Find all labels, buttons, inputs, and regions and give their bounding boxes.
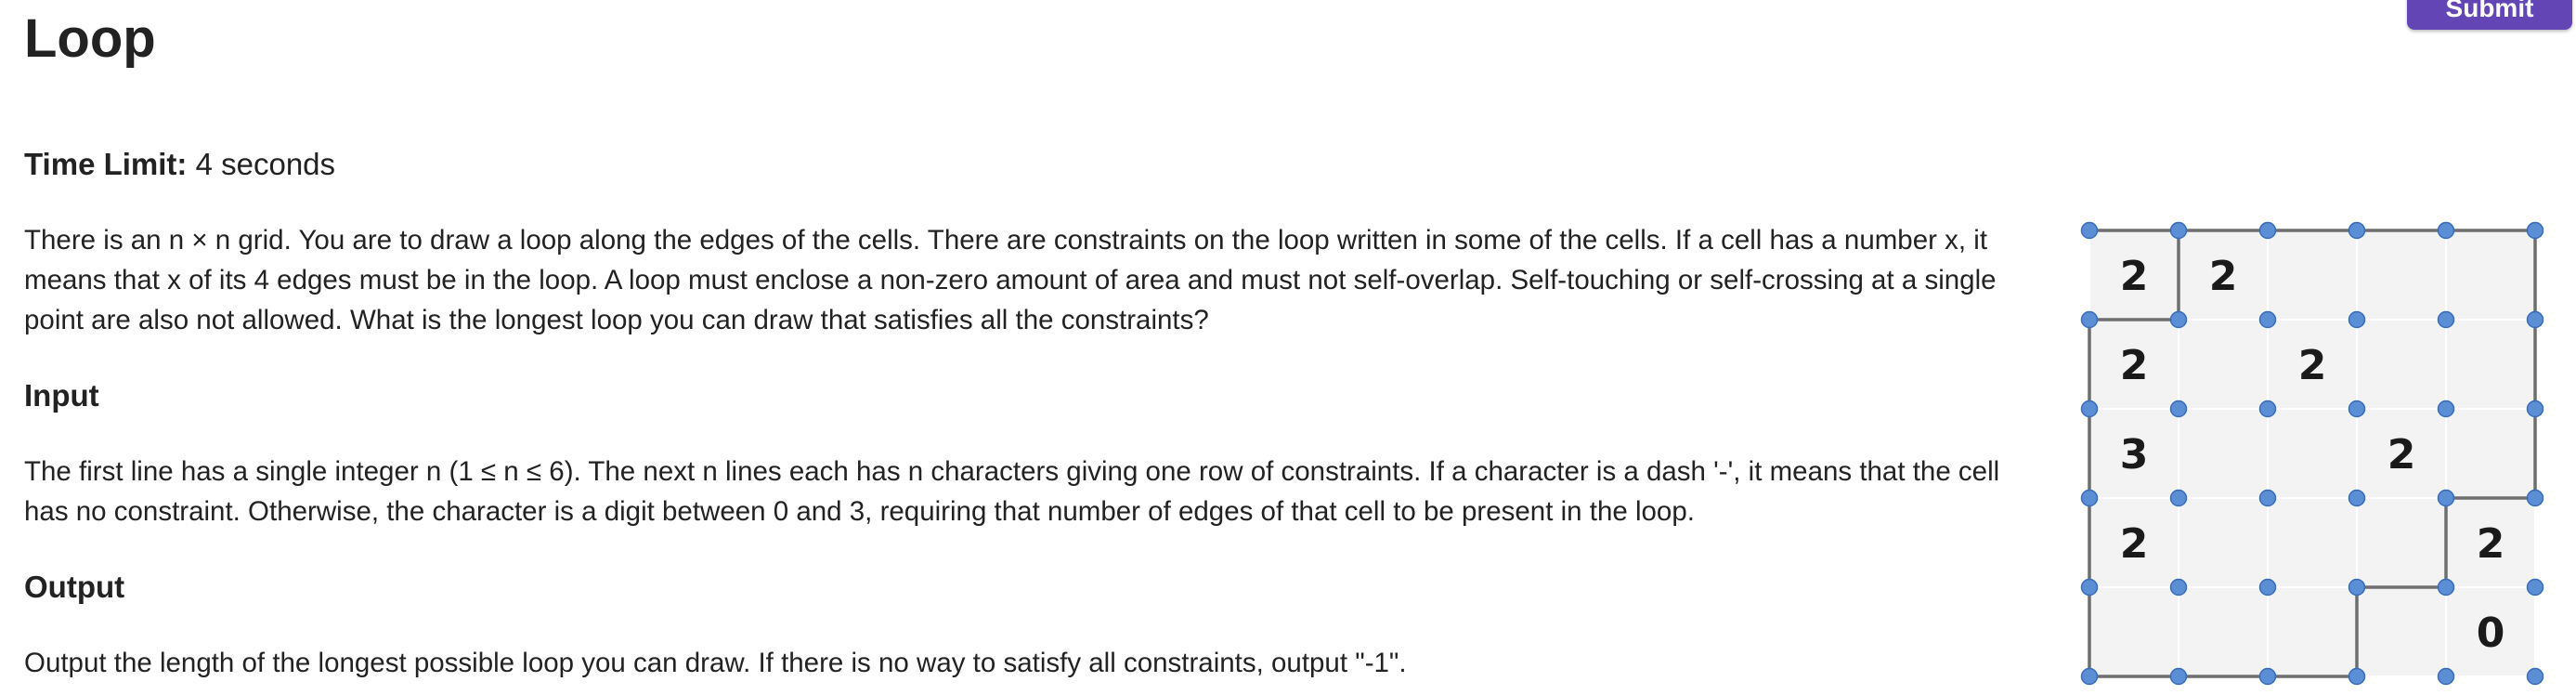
lattice-point (2348, 489, 2366, 507)
grid-cell (2358, 321, 2445, 408)
cell-constraint-number: 2 (2120, 520, 2149, 568)
lattice-point (2258, 578, 2277, 597)
grid-cell (2447, 231, 2534, 319)
lattice-point (2258, 221, 2277, 240)
cell-constraint-number: 2 (2298, 342, 2327, 389)
cell-constraint-number: 0 (2477, 610, 2505, 657)
problem-page: Loop Submit Time Limit: 4 seconds There … (0, 0, 2576, 695)
lattice-point (2526, 667, 2544, 686)
lattice-point (2348, 310, 2366, 329)
lattice-point (2437, 310, 2455, 329)
lattice-point (2348, 667, 2366, 686)
lattice-point (2080, 400, 2099, 418)
lattice-point (2526, 489, 2544, 507)
input-description: The first line has a single integer n (1… (24, 456, 2000, 527)
cell-constraint-number: 2 (2477, 520, 2505, 568)
lattice-point (2169, 667, 2188, 686)
output-description: Output the length of the longest possibl… (24, 648, 1407, 678)
page-title: Loop (24, 8, 156, 69)
grid-cell (2179, 588, 2267, 675)
statement-paragraph: There is an n × n grid. You are to draw … (24, 225, 1997, 335)
lattice-point (2437, 489, 2455, 507)
time-limit-label: Time Limit: (24, 147, 188, 181)
lattice-point (2437, 400, 2455, 418)
lattice-point (2258, 667, 2277, 686)
grid-cell (2269, 499, 2356, 586)
grid-cell (2179, 321, 2267, 408)
lattice-point (2080, 667, 2099, 686)
lattice-point (2080, 310, 2099, 329)
cell-constraint-number: 2 (2387, 431, 2416, 479)
problem-statement: Time Limit: 4 seconds There is an n × n … (24, 139, 2021, 695)
grid-cell (2269, 410, 2356, 497)
lattice-point (2526, 221, 2544, 240)
output-heading: Output (24, 570, 125, 604)
grid-cell (2358, 499, 2445, 586)
lattice-point (2437, 578, 2455, 597)
lattice-point (2437, 667, 2455, 686)
example-grid-figure: 2 2 2 2 3 2 2 2 0 (2080, 221, 2544, 686)
lattice-point (2258, 400, 2277, 418)
submit-button[interactable]: Submit (2407, 0, 2572, 30)
lattice-point (2080, 578, 2099, 597)
time-limit: Time Limit: 4 seconds (24, 139, 2021, 190)
lattice-point (2169, 310, 2188, 329)
lattice-point (2348, 400, 2366, 418)
grid-cell (2269, 231, 2356, 319)
lattice-point (2169, 400, 2188, 418)
lattice-point (2080, 221, 2099, 240)
cell-constraint-number: 2 (2209, 253, 2238, 300)
cell-constraint-number: 2 (2120, 253, 2149, 300)
lattice-point (2080, 489, 2099, 507)
grid-cell (2358, 231, 2445, 319)
lattice-point (2169, 489, 2188, 507)
lattice-point (2169, 578, 2188, 597)
lattice-point (2348, 221, 2366, 240)
lattice-point (2169, 221, 2188, 240)
lattice-point (2526, 400, 2544, 418)
lattice-point (2437, 221, 2455, 240)
grid-cell (2090, 588, 2178, 675)
cell-constraint-number: 3 (2120, 431, 2149, 479)
grid-cell (2358, 588, 2445, 675)
lattice-point (2526, 578, 2544, 597)
time-limit-value: 4 seconds (195, 147, 336, 181)
lattice-point (2348, 578, 2366, 597)
input-heading: Input (24, 378, 99, 413)
grid-cell (2447, 321, 2534, 408)
grid-cell (2269, 588, 2356, 675)
cell-constraint-number: 2 (2120, 342, 2149, 389)
grid-cell (2179, 410, 2267, 497)
lattice-point (2258, 310, 2277, 329)
lattice-point (2258, 489, 2277, 507)
lattice-point (2526, 310, 2544, 329)
grid-cell (2179, 499, 2267, 586)
grid-cell (2447, 410, 2534, 497)
